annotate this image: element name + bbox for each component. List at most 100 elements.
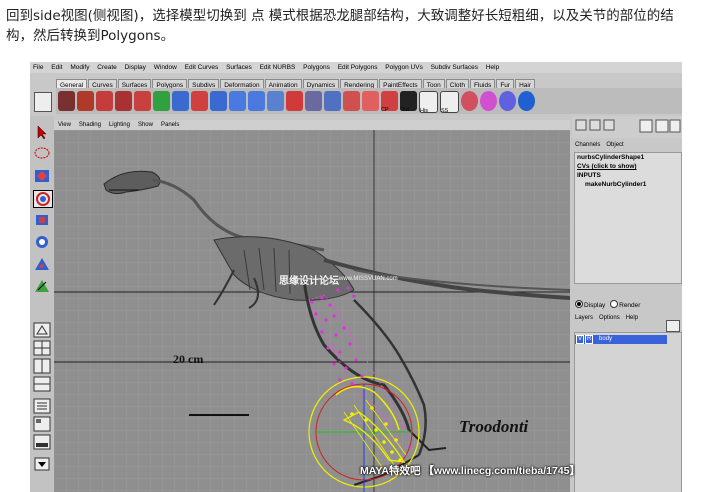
sphere-icon[interactable] xyxy=(518,91,535,111)
layer-name[interactable]: body xyxy=(599,336,612,342)
panel-menu-view[interactable]: View xyxy=(54,120,75,130)
new-layer-icon[interactable] xyxy=(666,320,680,332)
history-icon[interactable]: His xyxy=(419,91,438,114)
credit-overlay: MAYA特效吧 【www.linecg.com/tieba/1745】 xyxy=(360,465,580,477)
menu-modify[interactable]: Modify xyxy=(67,62,92,73)
panel-menu-panels[interactable]: Panels xyxy=(157,120,183,130)
display-radio[interactable] xyxy=(575,300,583,308)
screenshot-icon[interactable]: SS xyxy=(440,91,459,114)
watermark-cn: 思缘设计论坛 xyxy=(279,276,339,287)
shelf-tool-icon[interactable] xyxy=(229,91,246,111)
move-tool-icon[interactable] xyxy=(33,168,51,184)
options-menu[interactable]: Options xyxy=(596,315,623,321)
layout-persp-icon[interactable] xyxy=(33,376,51,392)
shape-node-name[interactable]: nurbsCylinderShape1 xyxy=(575,153,681,162)
menu-display[interactable]: Display xyxy=(122,62,149,73)
shelf-tool-icon[interactable] xyxy=(305,91,322,111)
shelf-tool-icon[interactable] xyxy=(324,91,341,111)
channels-menu[interactable]: Channels xyxy=(572,142,603,148)
shelf-tool-icon[interactable] xyxy=(362,91,379,111)
display-label: Display xyxy=(584,302,606,309)
menu-create[interactable]: Create xyxy=(94,62,120,73)
scale-tool-icon[interactable] xyxy=(33,212,51,228)
menu-window[interactable]: Window xyxy=(151,62,180,73)
shelf-tool-icon[interactable] xyxy=(191,91,208,111)
channel-box: nurbsCylinderShape1 CVs (click to show) … xyxy=(574,152,682,284)
shelf-tool-icon[interactable] xyxy=(96,91,113,111)
shelf-bar: CP Out His SS xyxy=(56,88,682,114)
scale-label: 20 cm xyxy=(173,352,204,366)
channel-box-menu: Channels Object xyxy=(572,140,682,150)
shelf-tool-icon[interactable] xyxy=(58,91,75,111)
shelf-tool-icon[interactable] xyxy=(267,91,284,111)
layout-four-icon[interactable] xyxy=(33,340,51,356)
input-node[interactable]: makeNurbCylinder1 xyxy=(575,180,681,189)
menu-polygon-uvs[interactable]: Polygon UVs xyxy=(382,62,426,73)
menu-edit[interactable]: Edit xyxy=(48,62,65,73)
object-menu[interactable]: Object xyxy=(603,142,626,148)
rotate-tool-icon[interactable] xyxy=(33,190,53,208)
help-menu[interactable]: Help xyxy=(623,315,641,321)
out-label: Out xyxy=(400,107,409,113)
sphere-icon[interactable] xyxy=(480,91,497,111)
menu-surfaces[interactable]: Surfaces xyxy=(223,62,255,73)
cp-icon[interactable]: CP xyxy=(381,91,398,113)
channel-box-panel: Channels Object nurbsCylinderShape1 CVs (… xyxy=(572,116,682,492)
panel-menu-lighting[interactable]: Lighting xyxy=(105,120,134,130)
shelf-tool-icon[interactable] xyxy=(77,91,94,111)
manipulator-icon[interactable] xyxy=(33,234,51,250)
menu-edit-curves[interactable]: Edit Curves xyxy=(182,62,222,73)
layer-reference-toggle[interactable]: R xyxy=(585,335,594,344)
shelf-tool-icon[interactable] xyxy=(343,91,360,111)
panel-menu-shading[interactable]: Shading xyxy=(75,120,105,130)
cvs-toggle[interactable]: CVs (click to show) xyxy=(575,162,681,171)
shelf-options-button[interactable] xyxy=(34,92,52,112)
shelf-tool-icon[interactable] xyxy=(115,91,132,111)
cp-label: CP xyxy=(381,107,389,113)
viewport-canvas xyxy=(54,130,570,492)
channel-box-toolbar xyxy=(572,116,682,138)
menu-help[interactable]: Help xyxy=(483,62,502,73)
layer-visible-toggle[interactable]: V xyxy=(576,335,585,344)
menu-subdiv-surfaces[interactable]: Subdiv Surfaces xyxy=(428,62,481,73)
shelf-tool-icon[interactable] xyxy=(286,91,303,111)
show-manip-icon[interactable] xyxy=(33,278,51,294)
maya-window: File Edit Modify Create Display Window E… xyxy=(30,62,682,492)
sphere-icon[interactable] xyxy=(461,91,478,111)
panel-menubar: View Shading Lighting Show Panels xyxy=(54,120,570,130)
chevron-down-icon[interactable] xyxy=(33,456,51,472)
main-menubar: File Edit Modify Create Display Window E… xyxy=(30,62,682,73)
sphere-icon[interactable] xyxy=(499,91,516,111)
menu-polygons[interactable]: Polygons xyxy=(300,62,333,73)
hypershade-icon[interactable] xyxy=(33,416,51,432)
shelf-tool-icon[interactable] xyxy=(153,91,170,111)
his-label: His xyxy=(420,108,428,114)
soft-mod-icon[interactable] xyxy=(33,256,51,272)
inputs-header: INPUTS xyxy=(577,172,601,179)
layer-list: VR body xyxy=(574,332,682,492)
watermark-url: www.MISSVUAN.com xyxy=(339,276,398,282)
menu-edit-polygons[interactable]: Edit Polygons xyxy=(335,62,381,73)
menu-edit-nurbs[interactable]: Edit NURBS xyxy=(257,62,299,73)
menu-file[interactable]: File xyxy=(30,62,46,73)
graph-layout-icon[interactable] xyxy=(33,434,51,450)
shelf-tool-icon[interactable] xyxy=(248,91,265,111)
layout-split-icon[interactable] xyxy=(33,358,51,374)
shelf-tool-icon[interactable] xyxy=(172,91,189,111)
panel-menu-show[interactable]: Show xyxy=(134,120,157,130)
outliner-icon[interactable]: Out xyxy=(400,91,417,113)
layer-row-body[interactable]: VR body xyxy=(575,335,667,344)
select-arrow-icon[interactable] xyxy=(33,124,51,140)
tutorial-caption: 回到side视图(侧视图)，选择模型切换到 点 模式根据恐龙腿部结构，大致调整好… xyxy=(6,8,674,44)
species-label: Troodonti xyxy=(459,417,529,436)
shelf-tool-icon[interactable] xyxy=(210,91,227,111)
render-radio[interactable] xyxy=(610,300,619,308)
shelf-tabs: General Curves Surfaces Polygons Subdivs Defo… xyxy=(56,74,682,91)
render-label: Render xyxy=(619,302,641,309)
outliner-layout-icon[interactable] xyxy=(33,398,51,414)
lasso-icon[interactable] xyxy=(33,146,51,162)
layers-menu[interactable]: Layers xyxy=(572,315,596,321)
layout-single-icon[interactable] xyxy=(33,322,51,338)
shelf-tool-icon[interactable] xyxy=(134,91,151,111)
side-viewport[interactable]: 思缘设计论坛 www.MISSVUAN.com 20 cm Troodonti xyxy=(54,130,570,492)
